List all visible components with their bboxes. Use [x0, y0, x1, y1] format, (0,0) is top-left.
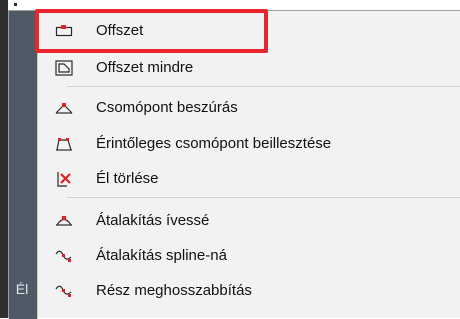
top-marker: [14, 3, 17, 6]
highlight-box: [35, 9, 268, 53]
extend-segment-icon: [55, 283, 73, 299]
menu-item-label: Átalakítás ívessé: [96, 212, 210, 229]
menu-item-resz-meghosszabbitas[interactable]: Rész meghosszabbítás: [38, 275, 460, 308]
menu-item-atalakitas-spline[interactable]: Átalakítás spline-ná: [38, 240, 460, 273]
context-menu: Él Offszet Offszet mindre Csomópont besz…: [8, 10, 460, 319]
menu-item-offszet-mindre[interactable]: Offszet mindre: [38, 52, 460, 85]
menu-side-strip: Él: [9, 11, 37, 319]
left-edge: [0, 0, 8, 318]
convert-spline-icon: [55, 248, 73, 264]
menu-item-label: Érintőleges csomópont beillesztése: [96, 135, 332, 152]
menu-item-csomopont-beszuras[interactable]: Csomópont beszúrás: [38, 92, 460, 125]
side-strip-label: Él: [15, 281, 29, 297]
menu-item-label: Csomópont beszúrás: [96, 99, 238, 116]
delete-edge-icon: [55, 171, 73, 187]
menu-item-atalakitas-ivesse[interactable]: Átalakítás ívessé: [38, 205, 460, 238]
insert-node-icon: [55, 100, 73, 116]
menu-item-label: Rész meghosszabbítás: [96, 282, 252, 299]
menu-item-erintoleges-csomopont[interactable]: Érintőleges csomópont beillesztése: [38, 128, 460, 161]
offset-all-icon: [55, 60, 73, 76]
menu-item-label: Átalakítás spline-ná: [96, 247, 227, 264]
menu-divider: [67, 86, 460, 87]
convert-arc-icon: [55, 213, 73, 229]
menu-divider: [67, 197, 460, 198]
menu-item-label: Offszet mindre: [96, 59, 194, 76]
menu-item-label: Él törlése: [96, 170, 159, 187]
tangent-node-icon: [55, 136, 73, 152]
menu-item-el-torlese[interactable]: Él törlése: [38, 163, 460, 196]
